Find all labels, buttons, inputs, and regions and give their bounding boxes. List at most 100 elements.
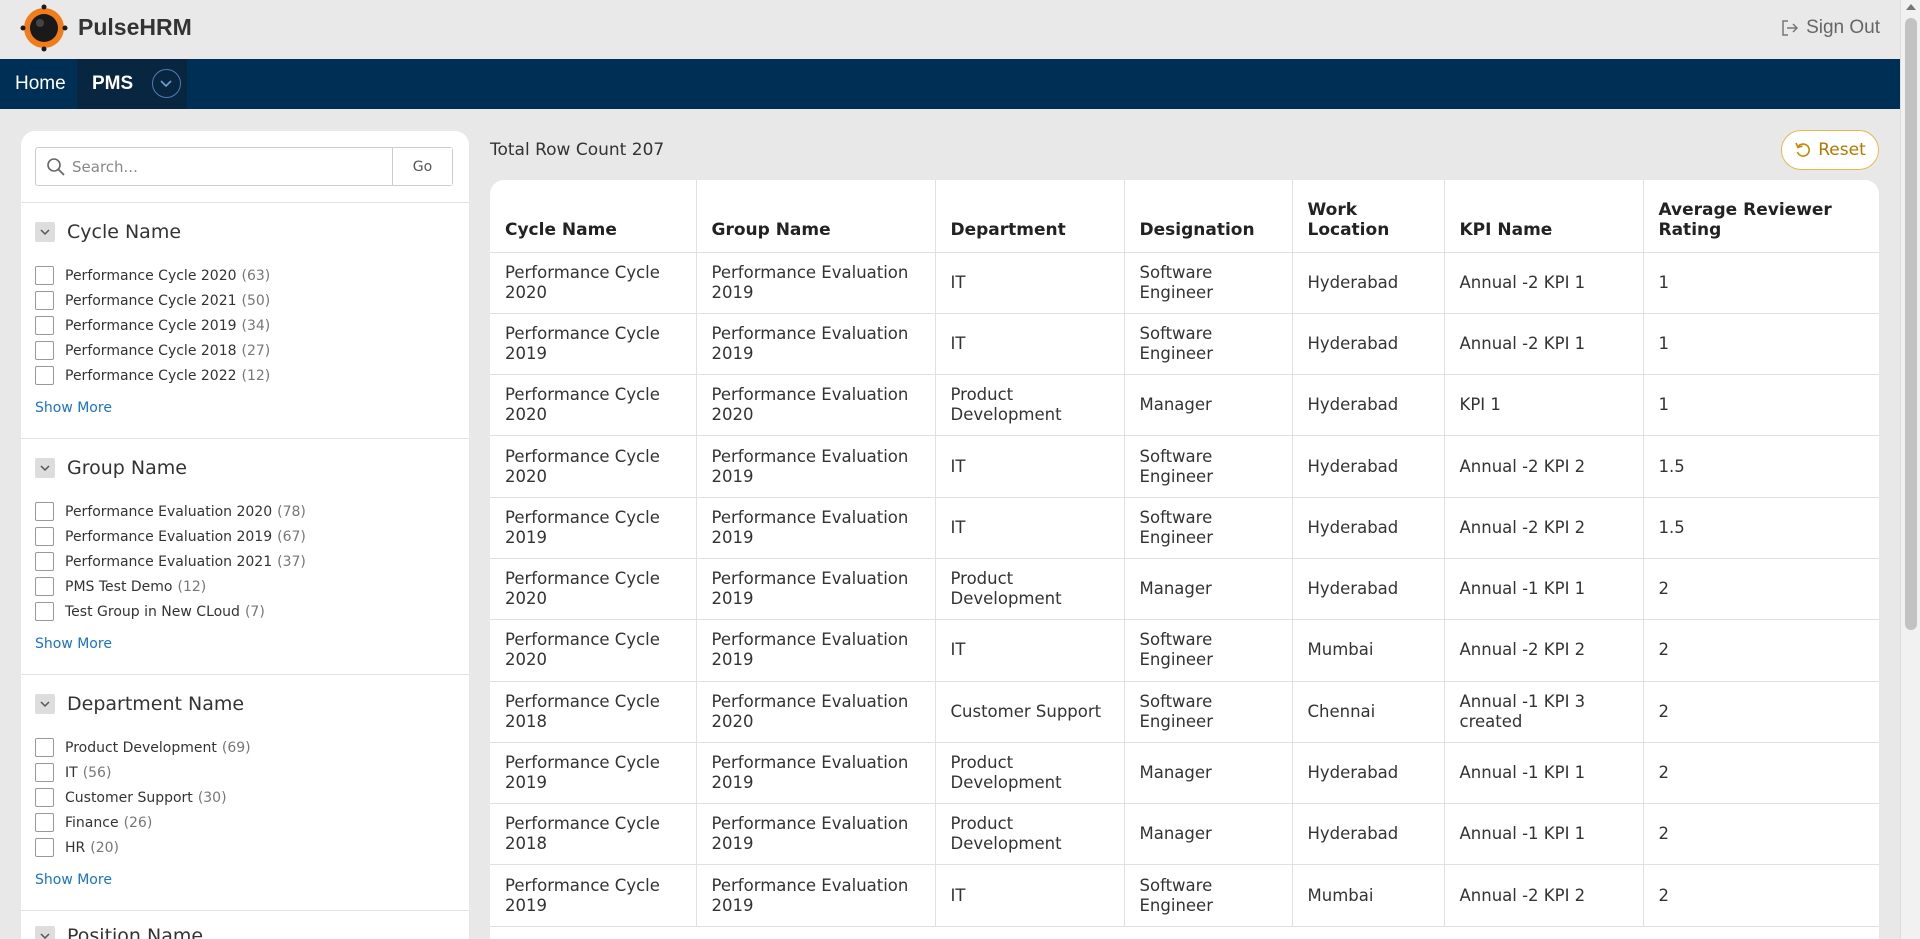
- facet-option-label: Performance Cycle 2021: [65, 292, 237, 309]
- facet-option[interactable]: Performance Cycle 2020 (63): [35, 263, 270, 288]
- column-header-department[interactable]: Department: [935, 180, 1125, 253]
- table-row: Performance Cycle 2020 Performance Evalua…: [490, 252, 1879, 314]
- cell-designation: Software Engineer: [1124, 497, 1293, 559]
- show-more-link[interactable]: Show More: [35, 636, 112, 652]
- table-header-row: Cycle Name Group Name Department Designa…: [490, 180, 1879, 253]
- cell-department: Product Development: [935, 803, 1125, 866]
- facet-option-label: Performance Cycle 2019: [65, 317, 237, 334]
- cell-work-location: Hyderabad: [1292, 742, 1445, 805]
- cell-department: Customer Support: [935, 681, 1125, 743]
- search-bar: Go: [35, 147, 453, 186]
- main-nav: Home PMS: [0, 59, 1900, 109]
- cell-average-rating: 1.5: [1643, 435, 1879, 498]
- cell-kpi-name: Annual -1 KPI 3 created: [1444, 681, 1644, 743]
- facet-option-count: (20): [90, 839, 120, 856]
- facet-option[interactable]: IT (56): [35, 760, 251, 785]
- sign-out-link[interactable]: Sign Out: [1780, 17, 1880, 39]
- cell-designation: Software Engineer: [1124, 619, 1293, 682]
- cell-kpi-name: Annual -2 KPI 2: [1444, 435, 1644, 498]
- nav-item-home[interactable]: Home: [0, 59, 81, 109]
- checkbox[interactable]: [35, 788, 54, 807]
- facet-option[interactable]: Performance Cycle 2018 (27): [35, 338, 270, 363]
- cell-cycle-name: Performance Cycle 2019: [490, 497, 697, 559]
- facet-option-label: Performance Cycle 2022: [65, 367, 237, 384]
- go-button[interactable]: Go: [392, 148, 452, 185]
- column-header-group-name[interactable]: Group Name: [696, 180, 936, 253]
- checkbox[interactable]: [35, 341, 54, 360]
- checkbox[interactable]: [35, 266, 54, 285]
- checkbox[interactable]: [35, 552, 54, 571]
- facet-option-count: (50): [241, 292, 271, 309]
- facet-option[interactable]: Performance Cycle 2022 (12): [35, 363, 270, 388]
- reset-icon: [1795, 142, 1811, 157]
- reset-button[interactable]: Reset: [1781, 130, 1879, 170]
- facet-option-count: (27): [241, 342, 271, 359]
- cell-average-rating: 2: [1643, 864, 1879, 927]
- facet-option-label: Performance Cycle 2018: [65, 342, 237, 359]
- nav-item-pms[interactable]: PMS: [77, 59, 187, 109]
- facet-option-label: HR: [65, 839, 86, 856]
- facet-option[interactable]: Product Development (69): [35, 735, 251, 760]
- cell-cycle-name: Performance Cycle 2019: [490, 742, 697, 805]
- cell-kpi-name: Annual -2 KPI 1: [1444, 313, 1644, 376]
- cell-designation: Software Engineer: [1124, 681, 1293, 743]
- checkbox[interactable]: [35, 838, 54, 857]
- facet-option[interactable]: Finance (26): [35, 810, 251, 835]
- cell-group-name: Performance Evaluation 2020: [696, 681, 936, 743]
- facet-collapse-button[interactable]: [35, 694, 55, 714]
- facet-option[interactable]: Performance Evaluation 2020 (78): [35, 499, 306, 524]
- checkbox[interactable]: [35, 527, 54, 546]
- cell-group-name: Performance Evaluation 2019: [696, 864, 936, 927]
- facet-collapse-button[interactable]: [35, 926, 55, 939]
- cell-group-name: Performance Evaluation 2019: [696, 313, 936, 376]
- cell-designation: Manager: [1124, 742, 1293, 805]
- column-header-average-reviewer-rating[interactable]: Average Reviewer Rating: [1643, 180, 1879, 253]
- column-header-kpi-name[interactable]: KPI Name: [1444, 180, 1644, 253]
- facet-option[interactable]: Performance Cycle 2021 (50): [35, 288, 270, 313]
- facet-option[interactable]: Performance Evaluation 2021 (37): [35, 549, 306, 574]
- checkbox[interactable]: [35, 577, 54, 596]
- show-more-link[interactable]: Show More: [35, 400, 112, 416]
- cell-average-rating: 1: [1643, 252, 1879, 314]
- scrollbar-thumb[interactable]: [1905, 18, 1917, 630]
- checkbox[interactable]: [35, 316, 54, 335]
- checkbox[interactable]: [35, 738, 54, 757]
- scroll-up-arrow-icon[interactable]: [1906, 4, 1916, 10]
- cell-group-name: Performance Evaluation 2019: [696, 497, 936, 559]
- cell-kpi-name: KPI 1: [1444, 374, 1644, 437]
- cell-group-name: Performance Evaluation 2019: [696, 252, 936, 314]
- facet-option-label: Performance Evaluation 2019: [65, 528, 273, 545]
- facet-option[interactable]: HR (20): [35, 835, 251, 860]
- checkbox[interactable]: [35, 813, 54, 832]
- table-row: Performance Cycle 2020 Performance Evalua…: [490, 558, 1879, 621]
- cell-work-location: Chennai: [1292, 681, 1445, 743]
- show-more-link[interactable]: Show More: [35, 872, 112, 888]
- cell-group-name: Performance Evaluation 2019: [696, 803, 936, 866]
- page-scrollbar[interactable]: [1900, 0, 1920, 939]
- checkbox[interactable]: [35, 291, 54, 310]
- column-header-cycle-name[interactable]: Cycle Name: [490, 180, 697, 253]
- facet-option[interactable]: PMS Test Demo (12): [35, 574, 306, 599]
- checkbox[interactable]: [35, 502, 54, 521]
- facet-option[interactable]: Customer Support (30): [35, 785, 251, 810]
- column-header-designation[interactable]: Designation: [1124, 180, 1293, 253]
- checkbox[interactable]: [35, 602, 54, 621]
- cell-designation: Software Engineer: [1124, 435, 1293, 498]
- cell-average-rating: 2: [1643, 742, 1879, 805]
- search-input[interactable]: [36, 148, 392, 185]
- checkbox[interactable]: [35, 763, 54, 782]
- chevron-down-icon: [160, 80, 172, 88]
- cell-work-location: Mumbai: [1292, 619, 1445, 682]
- facet-option[interactable]: Performance Cycle 2019 (34): [35, 313, 270, 338]
- facet-collapse-button[interactable]: [35, 458, 55, 478]
- cell-cycle-name: Performance Cycle 2018: [490, 681, 697, 743]
- facet-collapse-button[interactable]: [35, 222, 55, 242]
- column-header-work-location[interactable]: Work Location: [1292, 180, 1445, 253]
- checkbox[interactable]: [35, 366, 54, 385]
- facet-option[interactable]: Performance Evaluation 2019 (67): [35, 524, 306, 549]
- pms-dropdown-toggle[interactable]: [152, 69, 181, 98]
- facet-option-count: (30): [197, 789, 227, 806]
- facet-option[interactable]: Test Group in New CLoud (7): [35, 599, 306, 624]
- table-row: Performance Cycle 2019 Performance Evalua…: [490, 313, 1879, 376]
- cell-department: Product Development: [935, 374, 1125, 437]
